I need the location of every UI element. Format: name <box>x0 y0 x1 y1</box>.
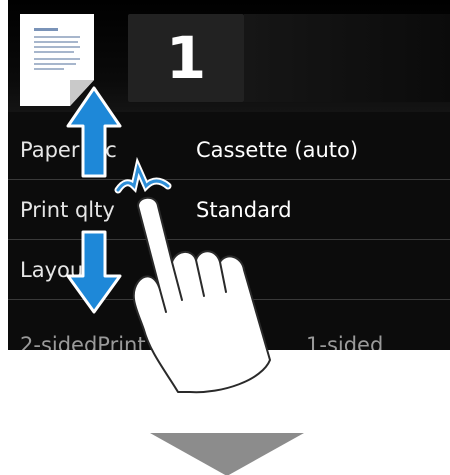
copies-count[interactable]: 1 <box>128 14 244 102</box>
chevron-down-icon <box>150 433 304 475</box>
document-icon[interactable] <box>20 14 94 106</box>
setting-value: Standard <box>196 198 292 222</box>
setting-label: Print qlty <box>20 198 115 222</box>
setting-row-2-sided-print[interactable]: 2-sidedPrint 1-sided <box>8 316 450 350</box>
setting-label: Layout <box>20 258 92 282</box>
setting-label: Paper src <box>20 138 117 162</box>
setting-row-paper-source[interactable]: Paper src Cassette (auto) <box>8 121 450 180</box>
setting-value: 1-sided <box>306 333 384 350</box>
printer-touch-screen: 1 Paper src Cassette (auto) Print qlty S… <box>8 0 450 350</box>
setting-row-print-quality[interactable]: Print qlty Standard <box>8 181 450 240</box>
setting-label: 2-sidedPrint <box>20 333 146 350</box>
copy-settings-header: 1 <box>8 0 450 112</box>
setting-value: Cassette (auto) <box>196 138 359 162</box>
copies-field-area <box>244 14 450 102</box>
setting-row-layout[interactable]: Layout <box>8 241 450 300</box>
